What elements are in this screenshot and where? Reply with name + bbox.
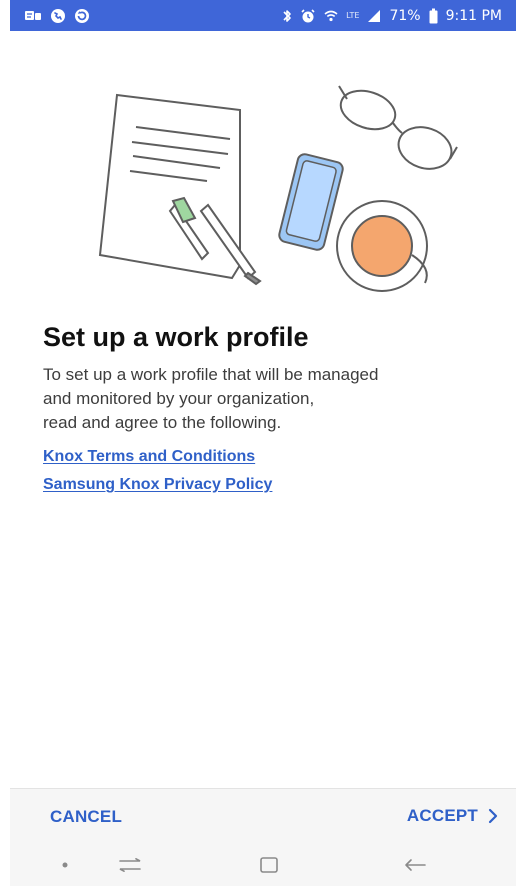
- clock: 9:11 PM: [445, 7, 502, 24]
- bluetooth-icon: [283, 9, 291, 22]
- messages-icon: [25, 10, 41, 20]
- accept-label: ACCEPT: [406, 806, 478, 825]
- alarm-icon: [301, 8, 315, 22]
- refresh-icon: [75, 8, 89, 23]
- phone-icon: [278, 153, 344, 251]
- work-profile-illustration: [98, 85, 458, 292]
- battery-percentage: 71%: [389, 7, 421, 24]
- recent-apps-icon[interactable]: [113, 843, 147, 886]
- back-icon[interactable]: [398, 843, 432, 886]
- home-icon[interactable]: [250, 843, 288, 886]
- coffee-cup-icon: [336, 200, 428, 292]
- phone-icon: [51, 8, 65, 23]
- status-bar: LTE 71% 9:11 PM: [10, 0, 516, 31]
- page-title: Set up a work profile: [43, 322, 309, 352]
- status-left-icons: [24, 8, 90, 24]
- wifi-icon: [324, 10, 338, 21]
- action-bar: CANCEL ACCEPT: [10, 788, 516, 843]
- cancel-button[interactable]: CANCEL: [50, 807, 122, 827]
- dot-icon: [50, 843, 80, 886]
- status-right-icons: LTE 71% 9:11 PM: [282, 8, 502, 24]
- chevron-right-icon: [488, 808, 498, 824]
- navigation-bar: [10, 843, 516, 886]
- knox-privacy-link[interactable]: Samsung Knox Privacy Policy: [43, 476, 272, 494]
- lte-label: LTE: [346, 10, 360, 20]
- description-text: To set up a work profile that will be ma…: [43, 365, 379, 432]
- signal-icon: [368, 9, 381, 22]
- battery-icon: [429, 8, 438, 23]
- accept-button[interactable]: ACCEPT: [407, 806, 498, 826]
- knox-terms-link[interactable]: Knox Terms and Conditions: [43, 448, 255, 466]
- document-icon: [98, 93, 241, 280]
- glasses-icon: [338, 85, 458, 170]
